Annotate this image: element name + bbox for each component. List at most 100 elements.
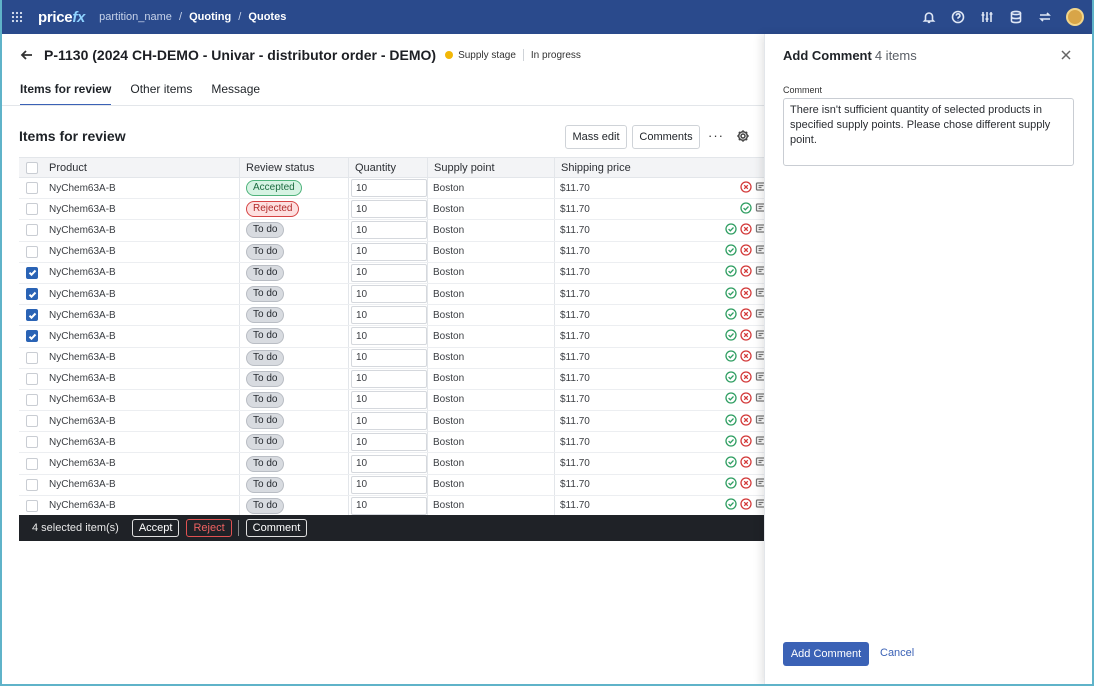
table-row[interactable]: NyChem63A-B To do 10 Boston $11.70 <box>19 474 764 496</box>
quantity-input[interactable]: 10 <box>351 306 427 325</box>
table-row[interactable]: NyChem63A-B To do 10 Boston $11.70 <box>19 220 764 242</box>
row-checkbox[interactable] <box>26 245 38 258</box>
reject-icon[interactable] <box>740 329 752 344</box>
quantity-input[interactable]: 10 <box>351 263 427 282</box>
row-checkbox[interactable] <box>26 351 38 364</box>
row-checkbox[interactable] <box>26 203 38 216</box>
row-checkbox[interactable] <box>26 478 38 491</box>
reject-icon[interactable] <box>740 286 752 302</box>
accept-icon[interactable] <box>725 456 737 471</box>
column-header-review-status[interactable]: Review status <box>239 158 348 177</box>
close-icon[interactable] <box>1060 49 1072 61</box>
comment-icon[interactable] <box>755 371 764 386</box>
comment-icon[interactable] <box>755 414 764 429</box>
quantity-input[interactable]: 10 <box>351 221 427 240</box>
table-row[interactable]: NyChem63A-B To do 10 Boston $11.70 <box>19 305 764 327</box>
reject-icon[interactable] <box>740 244 752 259</box>
comment-icon[interactable] <box>755 435 764 450</box>
table-row[interactable]: NyChem63A-B To do 10 Boston $11.70 <box>19 262 764 284</box>
row-checkbox[interactable] <box>26 182 38 195</box>
quantity-input[interactable]: 10 <box>351 475 427 494</box>
accept-icon[interactable] <box>725 477 737 492</box>
table-row[interactable]: NyChem63A-B To do 10 Boston $11.70 <box>19 368 764 390</box>
comment-icon[interactable] <box>755 329 764 344</box>
accept-icon[interactable] <box>725 308 737 323</box>
table-row[interactable]: NyChem63A-B To do 10 Boston $11.70 <box>19 495 764 517</box>
column-header-shipping-price[interactable]: Shipping price <box>554 158 764 177</box>
reject-icon[interactable] <box>740 414 752 429</box>
comment-textarea[interactable]: There isn't sufficient quantity of selec… <box>783 98 1074 166</box>
table-row[interactable]: NyChem63A-B To do 10 Boston $11.70 <box>19 432 764 454</box>
quantity-input[interactable]: 10 <box>351 433 427 452</box>
column-header-supply-point[interactable]: Supply point <box>427 158 554 177</box>
accept-icon[interactable] <box>725 329 737 344</box>
row-checkbox[interactable] <box>26 436 38 449</box>
comment-icon[interactable] <box>755 392 764 407</box>
quantity-input[interactable]: 10 <box>351 242 427 261</box>
row-checkbox[interactable] <box>26 224 38 237</box>
accept-button[interactable]: Accept <box>131 519 180 537</box>
breadcrumb-partition[interactable]: partition_name <box>99 11 172 23</box>
accept-icon[interactable] <box>725 392 737 407</box>
accept-icon[interactable] <box>725 286 737 302</box>
table-row[interactable]: NyChem63A-B To do 10 Boston $11.70 <box>19 326 764 348</box>
reject-icon[interactable] <box>740 350 752 365</box>
table-row[interactable]: NyChem63A-B To do 10 Boston $11.70 <box>19 283 764 306</box>
quantity-input[interactable]: 10 <box>351 390 427 409</box>
reject-icon[interactable] <box>740 392 752 407</box>
tab-items-for-review[interactable]: Items for review <box>20 82 112 106</box>
row-checkbox[interactable] <box>26 288 38 301</box>
column-header-product[interactable]: Product <box>45 162 239 174</box>
accept-icon[interactable] <box>740 202 752 217</box>
back-arrow-icon[interactable] <box>20 48 34 62</box>
reject-button[interactable]: Reject <box>186 519 232 537</box>
quantity-input[interactable]: 10 <box>351 285 427 304</box>
quantity-input[interactable]: 10 <box>351 327 427 346</box>
mass-edit-button[interactable]: Mass edit <box>565 125 627 149</box>
accept-icon[interactable] <box>725 244 737 259</box>
accept-icon[interactable] <box>725 371 737 386</box>
reject-icon[interactable] <box>740 498 752 513</box>
comment-icon[interactable] <box>755 244 764 259</box>
bell-icon[interactable] <box>917 6 940 29</box>
quantity-input[interactable]: 10 <box>351 496 427 515</box>
pricefx-logo[interactable]: pricefx <box>38 9 85 26</box>
sliders-icon[interactable] <box>975 6 998 29</box>
database-icon[interactable] <box>1004 6 1027 29</box>
comment-icon[interactable] <box>755 202 764 217</box>
breadcrumb-quoting[interactable]: Quoting <box>189 11 231 23</box>
table-row[interactable]: NyChem63A-B Rejected 10 Boston $11.70 <box>19 199 764 221</box>
row-checkbox[interactable] <box>26 393 38 406</box>
tab-other-items[interactable]: Other items <box>130 82 192 106</box>
reject-icon[interactable] <box>740 371 752 386</box>
comment-icon[interactable] <box>755 181 764 196</box>
reject-icon[interactable] <box>740 223 752 238</box>
reject-icon[interactable] <box>740 456 752 471</box>
accept-icon[interactable] <box>725 498 737 513</box>
quantity-input[interactable]: 10 <box>351 348 427 367</box>
comment-icon[interactable] <box>755 223 764 238</box>
comment-icon[interactable] <box>755 350 764 365</box>
comment-icon[interactable] <box>755 265 764 280</box>
row-checkbox[interactable] <box>26 372 38 385</box>
comment-icon[interactable] <box>755 498 764 513</box>
row-checkbox[interactable] <box>26 266 38 279</box>
cancel-button[interactable]: Cancel <box>880 647 914 659</box>
reject-icon[interactable] <box>740 308 752 323</box>
reject-icon[interactable] <box>740 180 752 196</box>
app-grid-icon[interactable] <box>0 0 34 34</box>
table-row[interactable]: NyChem63A-B Accepted 10 Boston $11.70 <box>19 178 764 200</box>
comment-icon[interactable] <box>755 287 764 302</box>
user-avatar[interactable] <box>1066 8 1084 26</box>
tab-message[interactable]: Message <box>211 82 260 106</box>
help-icon[interactable] <box>946 6 969 29</box>
row-checkbox[interactable] <box>26 415 38 428</box>
switch-icon[interactable] <box>1033 6 1056 29</box>
comment-icon[interactable] <box>755 477 764 492</box>
select-all-checkbox[interactable] <box>26 161 38 174</box>
table-row[interactable]: NyChem63A-B To do 10 Boston $11.70 <box>19 347 764 369</box>
reject-icon[interactable] <box>740 435 752 450</box>
accept-icon[interactable] <box>725 414 737 429</box>
add-comment-button[interactable]: Add Comment <box>783 642 869 666</box>
comments-button[interactable]: Comments <box>632 125 700 149</box>
